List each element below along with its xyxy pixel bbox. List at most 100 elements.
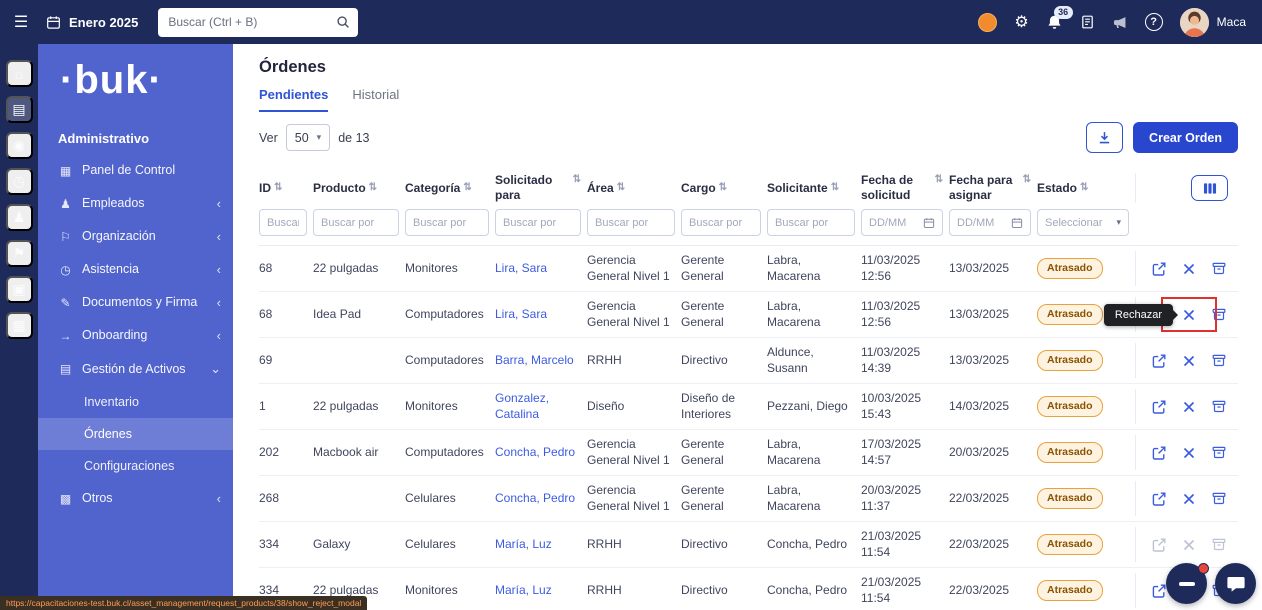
sidebar-item[interactable]: ♟Empleados‹ — [38, 187, 233, 220]
sort-icon[interactable]: ⇅ — [935, 174, 943, 187]
employee-link[interactable]: Concha, Pedro — [495, 491, 575, 505]
filter-text-input[interactable] — [587, 209, 675, 236]
sidebar-item[interactable]: →Onboarding‹ — [38, 319, 233, 352]
status-badge: Atrasado — [1037, 396, 1103, 418]
archive-order-button[interactable] — [1208, 442, 1230, 464]
assign-order-button[interactable] — [1148, 396, 1170, 418]
filter-text-input[interactable] — [405, 209, 489, 236]
filter-text-input[interactable] — [495, 209, 581, 236]
table-row: 33422 pulgadasMonitoresMaría, LuzRRHHDir… — [259, 568, 1238, 610]
payments-icon[interactable]: ◉ — [6, 132, 33, 159]
cell-estado: Atrasado — [1037, 488, 1129, 510]
sidebar-subitem[interactable]: Órdenes — [38, 418, 233, 450]
sidebar-item[interactable]: ◷Asistencia‹ — [38, 253, 233, 286]
create-order-button[interactable]: Crear Orden — [1133, 122, 1238, 153]
sort-icon[interactable]: ⇅ — [463, 182, 471, 195]
sort-icon[interactable]: ⇅ — [719, 182, 727, 195]
people-icon[interactable]: ♟ — [6, 204, 33, 231]
assign-order-button[interactable] — [1148, 534, 1170, 556]
announcements-megaphone-icon[interactable] — [1112, 15, 1128, 30]
employee-link[interactable]: Concha, Pedro — [495, 445, 575, 459]
employee-link[interactable]: Lira, Sara — [495, 307, 547, 321]
columns-picker-button[interactable] — [1191, 175, 1228, 201]
avatar[interactable] — [1180, 8, 1209, 37]
sort-icon[interactable]: ⇅ — [617, 182, 625, 195]
filter-text-input[interactable] — [313, 209, 399, 236]
employee-link[interactable]: Barra, Marcelo — [495, 353, 574, 367]
employee-link[interactable]: María, Luz — [495, 537, 552, 551]
sidebar-item[interactable]: ▩Otros‹ — [38, 482, 233, 515]
sidebar-item[interactable]: ▤Gestión de Activos⌄ — [38, 352, 233, 386]
documentation-icon[interactable] — [1080, 14, 1095, 30]
assign-order-button[interactable] — [1148, 488, 1170, 510]
cell-categoria: Computadores — [405, 445, 489, 461]
period-selector[interactable]: Enero 2025 — [42, 15, 154, 30]
help-icon[interactable]: ? — [1145, 13, 1163, 31]
filter-date-input[interactable]: DD/MM — [861, 209, 943, 236]
reject-order-button[interactable] — [1178, 396, 1200, 418]
cell-area: Gerencia General Nivel 1 — [587, 253, 675, 284]
filter-text-input[interactable] — [681, 209, 761, 236]
chat-button[interactable] — [1215, 563, 1256, 604]
folder-icon[interactable]: ▣ — [6, 276, 33, 303]
reject-order-button[interactable] — [1178, 534, 1200, 556]
sidebar-subitem[interactable]: Configuraciones — [38, 450, 233, 482]
filter-text-input[interactable] — [767, 209, 855, 236]
sidebar-subitem[interactable]: Inventario — [38, 386, 233, 418]
sort-icon[interactable]: ⇅ — [1080, 182, 1088, 195]
archive-order-button[interactable] — [1208, 304, 1230, 326]
cell-producto: Idea Pad — [313, 307, 399, 323]
assign-order-button[interactable] — [1148, 442, 1170, 464]
sort-icon[interactable]: ⇅ — [274, 182, 282, 195]
download-button[interactable] — [1086, 122, 1123, 153]
sidebar-item[interactable]: ⚐Organización‹ — [38, 220, 233, 253]
assign-icon — [1151, 261, 1167, 277]
cell-cargo: Gerente General — [681, 299, 761, 330]
buk-points-icon[interactable] — [978, 13, 997, 32]
archive-order-button[interactable] — [1208, 488, 1230, 510]
cell-producto: Macbook air — [313, 445, 399, 461]
cell-cargo: Directivo — [681, 537, 761, 553]
filter-status-select[interactable]: Seleccionar▾ — [1037, 209, 1129, 236]
filter-date-input[interactable]: DD/MM — [949, 209, 1031, 236]
reject-order-button[interactable] — [1178, 350, 1200, 372]
administrative-icon[interactable]: ▤ — [6, 96, 33, 123]
sort-icon[interactable]: ⇅ — [369, 182, 377, 195]
filter-text-input[interactable] — [259, 209, 307, 236]
devices-icon[interactable]: ▦ — [6, 312, 33, 339]
sort-icon[interactable]: ⇅ — [831, 182, 839, 195]
employee-link[interactable]: Lira, Sara — [495, 261, 547, 275]
sort-icon[interactable]: ⇅ — [1023, 174, 1031, 187]
archive-order-button[interactable] — [1208, 396, 1230, 418]
cell-solicitado_para: Gonzalez, Catalina — [495, 391, 581, 422]
home-icon[interactable]: ⌂ — [6, 60, 33, 87]
reject-order-button[interactable] — [1178, 488, 1200, 510]
sidebar-item[interactable]: ✎Documentos y Firma‹ — [38, 286, 233, 319]
assign-order-button[interactable] — [1148, 258, 1170, 280]
notifications-button[interactable]: 36 — [1046, 14, 1063, 31]
employee-link[interactable]: María, Luz — [495, 583, 552, 597]
sidebar-item[interactable]: ▦Panel de Control — [38, 154, 233, 187]
employee-link[interactable]: Gonzalez, Catalina — [495, 391, 549, 421]
per-page-select[interactable]: 50 ▾ — [286, 124, 330, 151]
talent-icon[interactable]: ⚑ — [6, 240, 33, 267]
minimized-chat-button[interactable] — [1166, 563, 1207, 604]
assign-order-button[interactable] — [1148, 350, 1170, 372]
tab-pendientes[interactable]: Pendientes — [259, 87, 328, 112]
gear-icon[interactable]: ⚙ — [1014, 12, 1028, 32]
archive-order-button[interactable] — [1208, 350, 1230, 372]
time-icon[interactable]: ◷ — [6, 168, 33, 195]
icon-rail: ⌂ ▤ ◉ ◷ ♟ ⚑ ▣ ▦ — [0, 44, 38, 610]
tab-historial[interactable]: Historial — [352, 87, 399, 112]
sidebar: ·buk· Administrativo ▦Panel de Control♟E… — [38, 44, 233, 610]
sidebar-item-label: Documentos y Firma — [82, 295, 208, 310]
sort-icon[interactable]: ⇅ — [573, 174, 581, 187]
search-input[interactable] — [158, 8, 358, 37]
reject-order-button[interactable] — [1178, 258, 1200, 280]
reject-order-button[interactable] — [1178, 442, 1200, 464]
cell-area: RRHH — [587, 537, 675, 553]
cell-id: 268 — [259, 491, 307, 507]
archive-order-button[interactable] — [1208, 258, 1230, 280]
archive-order-button[interactable] — [1208, 534, 1230, 556]
menu-toggle-button[interactable]: ☰ — [0, 0, 42, 44]
